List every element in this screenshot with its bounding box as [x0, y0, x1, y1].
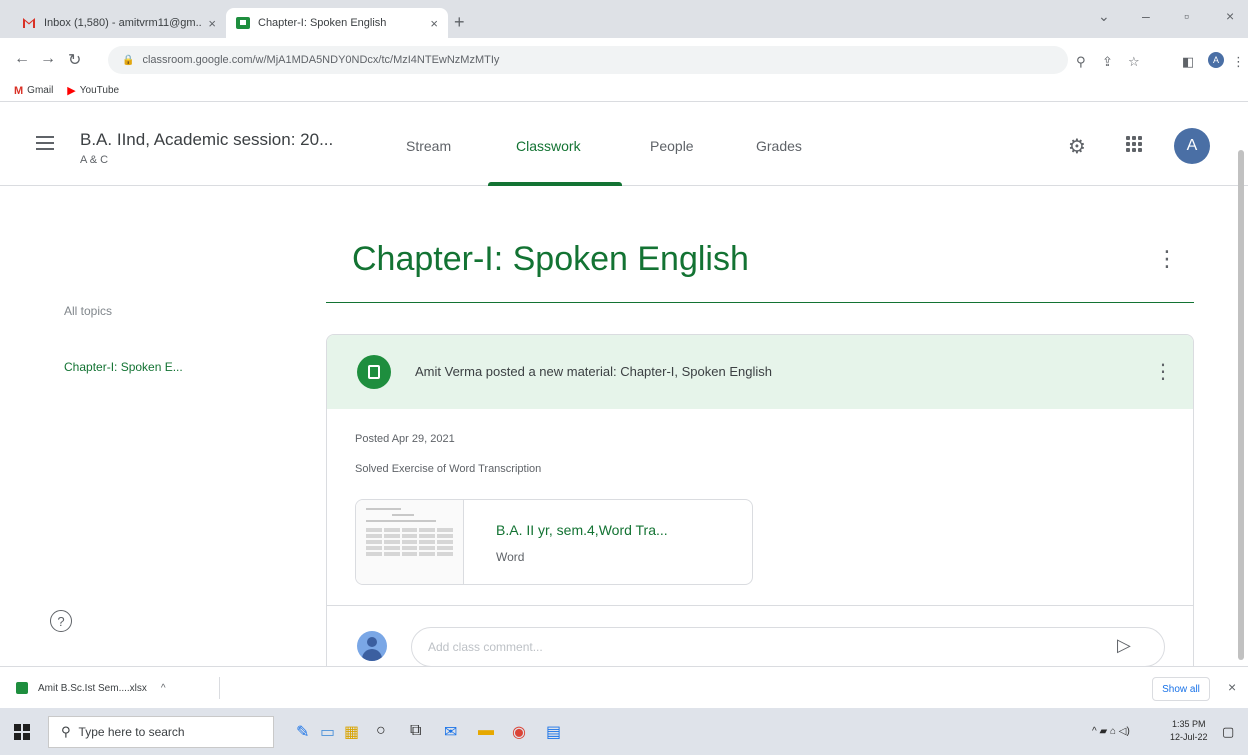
maximize-button[interactable]: ▫: [1184, 8, 1189, 24]
topic-heading: Chapter-I: Spoken English: [352, 240, 749, 278]
card-divider: [327, 605, 1193, 606]
material-card: Amit Verma posted a new material: Chapte…: [326, 334, 1194, 674]
clock-time: 1:35 PM: [1172, 719, 1206, 729]
tab-classroom[interactable]: Chapter-I: Spoken English ×: [226, 8, 448, 38]
download-shelf: Amit B.Sc.Ist Sem....xlsx ^ Show all ×: [0, 666, 1248, 708]
browser-menu-icon[interactable]: ⋮: [1232, 54, 1245, 70]
url-bar[interactable]: 🔒 classroom.google.com/w/MjA1MDA5NDY0NDc…: [108, 46, 1068, 74]
forward-icon[interactable]: →: [40, 50, 56, 68]
browser-tab-strip: Inbox (1,580) - amitvrm11@gm... × Chapte…: [0, 0, 1248, 38]
file-explorer-icon[interactable]: ▬: [478, 722, 494, 740]
youtube-icon: ▶: [67, 85, 76, 97]
material-card-header[interactable]: Amit Verma posted a new material: Chapte…: [327, 335, 1193, 409]
tab-stream[interactable]: Stream: [406, 138, 451, 154]
attachment-thumbnail: [356, 500, 464, 584]
mail-app-icon[interactable]: ✉: [444, 722, 457, 742]
pinned-app-icon[interactable]: ▤: [546, 722, 561, 742]
tab-title: Chapter-I: Spoken English: [258, 17, 387, 29]
attachment-type: Word: [496, 550, 525, 564]
class-title[interactable]: B.A. IInd, Academic session: 20...: [80, 130, 333, 150]
excel-file-icon: [16, 682, 28, 694]
material-book-icon: [357, 355, 391, 389]
back-icon[interactable]: ←: [14, 50, 30, 68]
bookmark-label: Gmail: [27, 85, 54, 96]
task-view-icon[interactable]: ⧉: [410, 722, 421, 740]
system-tray-icons[interactable]: ^ ▰ ⌂ ◁): [1092, 726, 1130, 737]
minimize-button[interactable]: –: [1142, 8, 1150, 24]
zoom-icon[interactable]: ⚲: [1076, 54, 1086, 70]
clock-date: 12-Jul-22: [1170, 732, 1208, 742]
bookmark-gmail[interactable]: M Gmail: [14, 85, 53, 97]
cortana-icon[interactable]: ○: [376, 722, 386, 740]
bookmark-star-icon[interactable]: ☆: [1128, 54, 1140, 70]
gmail-icon: [22, 17, 36, 29]
share-icon[interactable]: ⇪: [1102, 54, 1113, 70]
classroom-header: B.A. IInd, Academic session: 20... A & C…: [0, 102, 1248, 186]
class-comment-input[interactable]: [411, 627, 1165, 667]
classroom-icon: [236, 17, 250, 29]
class-section: A & C: [80, 154, 109, 166]
tab-title: Inbox (1,580) - amitvrm11@gm...: [44, 17, 203, 29]
tab-grades[interactable]: Grades: [756, 138, 802, 154]
chrome-icon[interactable]: ◉: [512, 722, 526, 742]
active-tab-indicator: [488, 182, 622, 186]
show-all-button[interactable]: Show all: [1152, 677, 1210, 701]
download-item[interactable]: Amit B.Sc.Ist Sem....xlsx ^: [16, 677, 220, 699]
office-app-icon[interactable]: ▦: [344, 722, 359, 742]
settings-gear-icon[interactable]: ⚙: [1068, 134, 1086, 159]
all-topics-link[interactable]: All topics: [64, 304, 112, 318]
taskbar-clock[interactable]: 1:35 PM 12-Jul-22: [1170, 718, 1208, 744]
posted-date: Posted Apr 29, 2021: [355, 433, 455, 445]
close-tab-icon[interactable]: ×: [430, 16, 438, 31]
side-panel-icon[interactable]: ◧: [1182, 54, 1194, 70]
bookmarks-bar: M Gmail ▶ YouTube: [0, 80, 1248, 102]
new-tab-button[interactable]: +: [454, 12, 465, 33]
google-apps-icon[interactable]: [1126, 136, 1142, 152]
download-filename: Amit B.Sc.Ist Sem....xlsx: [38, 682, 147, 694]
chevron-up-icon[interactable]: ^: [161, 683, 166, 694]
bookmark-label: YouTube: [79, 85, 120, 96]
account-avatar[interactable]: A: [1174, 128, 1210, 164]
attachment-word-file[interactable]: B.A. II yr, sem.4,Word Tra... Word: [355, 499, 753, 585]
tab-search-icon[interactable]: ⌄: [1098, 8, 1110, 25]
close-window-button[interactable]: ×: [1226, 8, 1234, 24]
gmail-icon: M: [14, 84, 24, 97]
reload-icon[interactable]: ↻: [68, 50, 81, 70]
lock-icon: 🔒: [122, 54, 135, 66]
tab-people[interactable]: People: [650, 138, 694, 154]
material-more-options-icon[interactable]: ⋮: [1153, 359, 1173, 384]
material-title: Amit Verma posted a new material: Chapte…: [415, 364, 772, 379]
tab-gmail-inbox[interactable]: Inbox (1,580) - amitvrm11@gm... ×: [12, 8, 226, 38]
close-download-shelf-icon[interactable]: ×: [1228, 679, 1236, 695]
address-bar-row: ← → ↻ 🔒 classroom.google.com/w/MjA1MDA5N…: [0, 38, 1248, 80]
main-menu-icon[interactable]: [36, 136, 54, 150]
topic-more-options-icon[interactable]: ⋮: [1156, 246, 1178, 272]
paint-app-icon[interactable]: ▭: [320, 722, 335, 742]
help-icon[interactable]: ?: [50, 610, 72, 632]
page-scrollbar[interactable]: [1238, 150, 1244, 660]
close-tab-icon[interactable]: ×: [208, 16, 216, 31]
windows-start-icon[interactable]: [14, 724, 30, 740]
taskbar-search-box[interactable]: ⚲ Type here to search: [48, 716, 274, 748]
url-text: classroom.google.com/w/MjA1MDA5NDY0NDcx/…: [142, 54, 500, 66]
user-avatar: [357, 631, 387, 661]
topic-divider: [326, 302, 1194, 303]
send-icon[interactable]: ▷: [1117, 635, 1131, 656]
whiteboard-app-icon[interactable]: ✎: [296, 722, 309, 742]
browser-profile-icon[interactable]: A: [1208, 52, 1224, 68]
material-description: Solved Exercise of Word Transcription: [355, 463, 542, 475]
tab-classwork[interactable]: Classwork: [516, 138, 581, 154]
bookmark-youtube[interactable]: ▶ YouTube: [67, 84, 119, 97]
sidebar-topic-chapter-1[interactable]: Chapter-I: Spoken E...: [64, 360, 183, 374]
attachment-name: B.A. II yr, sem.4,Word Tra...: [496, 522, 668, 538]
windows-taskbar: ⚲ Type here to search ✎ ▭ ▦ ○ ⧉ ✉ ▬ ◉ ▤ …: [0, 708, 1248, 755]
notification-icon[interactable]: ▢: [1222, 724, 1234, 740]
taskbar-search-placeholder: Type here to search: [78, 725, 185, 739]
search-icon: ⚲: [61, 724, 71, 739]
